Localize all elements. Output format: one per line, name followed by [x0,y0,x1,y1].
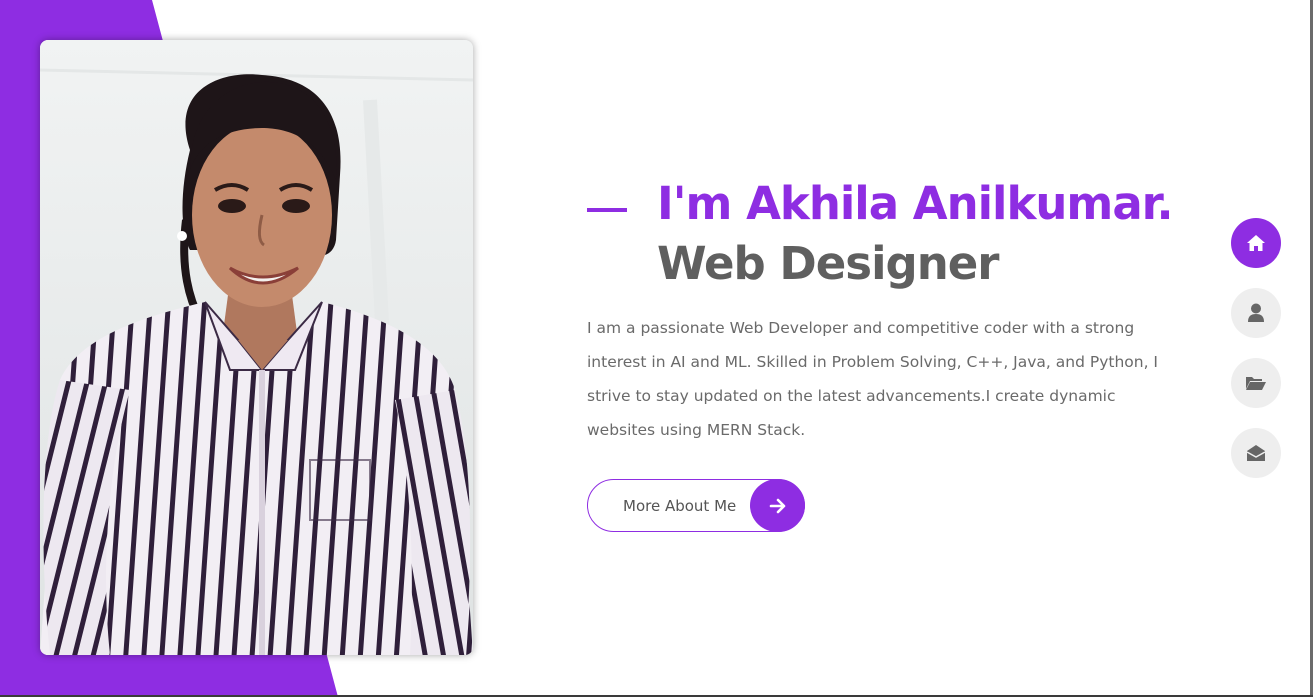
nav-home-button[interactable] [1231,218,1281,268]
nav-about-button[interactable] [1231,288,1281,338]
nav-portfolio-button[interactable] [1231,358,1281,408]
home-icon [1247,235,1265,251]
folder-open-icon [1246,377,1266,390]
more-about-me-button[interactable]: More About Me [587,479,805,532]
home-section: I'm Akhila Anilkumar. Web Designer I am … [0,0,1313,697]
envelope-open-icon [1246,445,1266,461]
hero-role: Web Designer [657,237,999,290]
hero-bio: I am a passionate Web Developer and comp… [587,319,1159,439]
nav-contact-button[interactable] [1231,428,1281,478]
profile-photo [40,40,473,655]
more-about-me-label: More About Me [623,497,737,515]
arrow-right-icon [750,479,805,532]
user-icon [1248,303,1264,322]
hero-title: I'm Akhila Anilkumar. Web Designer [657,174,1174,294]
hero-name: I'm Akhila Anilkumar. [657,177,1174,230]
heading-accent-line [587,208,627,212]
